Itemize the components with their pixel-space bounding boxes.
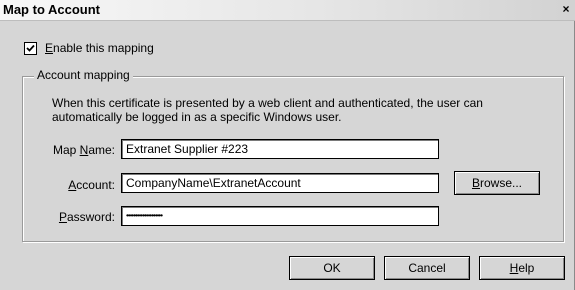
enable-mapping-label[interactable]: Enable this mapping bbox=[45, 41, 154, 55]
mapping-description: When this certificate is presented by a … bbox=[52, 96, 483, 124]
close-icon[interactable]: × bbox=[559, 2, 573, 16]
account-mapping-legend: Account mapping bbox=[34, 68, 133, 82]
help-button[interactable]: Help bbox=[479, 256, 565, 280]
enable-mapping-checkbox[interactable] bbox=[24, 41, 37, 55]
title-bar[interactable]: Map to Account × bbox=[0, 0, 575, 21]
map-to-account-dialog: Map to Account × Enable this mapping Acc… bbox=[0, 0, 575, 290]
ok-button[interactable]: OK bbox=[289, 256, 375, 280]
map-name-field[interactable]: Extranet Supplier #223 bbox=[121, 139, 439, 159]
map-name-label: Map Name: bbox=[52, 143, 115, 157]
browse-button[interactable]: Browse... bbox=[454, 171, 540, 195]
account-label: Account: bbox=[68, 178, 115, 192]
cancel-button[interactable]: Cancel bbox=[384, 256, 470, 280]
window-title: Map to Account bbox=[3, 2, 101, 17]
password-field[interactable]: •••••••••••••••••••• bbox=[121, 206, 439, 226]
account-field[interactable]: CompanyName\ExtranetAccount bbox=[121, 173, 439, 193]
enable-mapping-row[interactable]: Enable this mapping bbox=[24, 40, 154, 56]
password-label: Password: bbox=[58, 210, 115, 224]
checkmark-icon bbox=[26, 44, 35, 52]
